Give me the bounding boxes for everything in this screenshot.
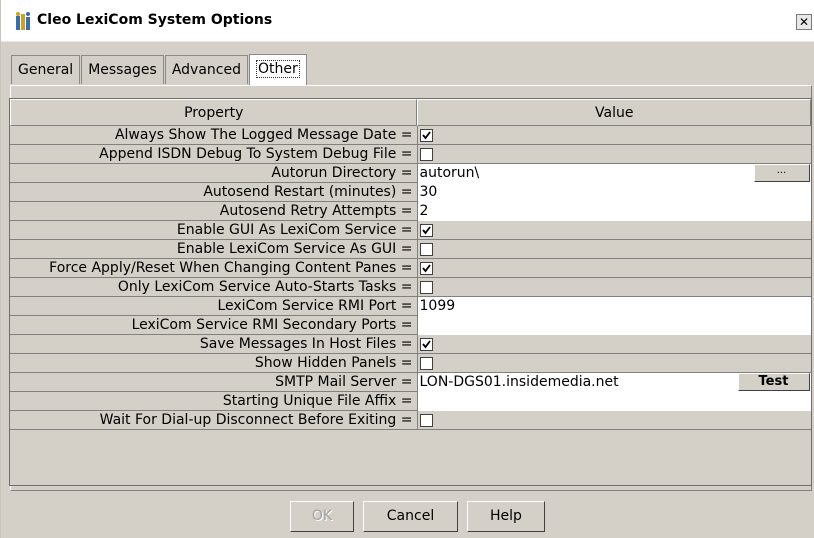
checkbox[interactable] <box>419 243 433 256</box>
table-row: Autorun Directory = autorun\... <box>10 164 811 183</box>
property-label: SMTP Mail Server = <box>10 373 418 392</box>
property-value-cell[interactable] <box>418 126 812 145</box>
table-row: Autosend Restart (minutes) = 30 <box>10 183 811 202</box>
check-icon <box>421 340 431 349</box>
property-value-cell[interactable] <box>418 278 812 297</box>
checkbox[interactable] <box>419 224 433 237</box>
property-value-cell[interactable] <box>418 259 812 278</box>
tab-label: Other <box>256 60 300 78</box>
property-label: LexiCom Service RMI Port = <box>10 297 418 316</box>
tab-messages[interactable]: Messages <box>81 55 164 84</box>
table-row: Show Hidden Panels = <box>10 354 811 373</box>
cancel-button[interactable]: Cancel <box>363 501 458 532</box>
property-label: Enable GUI As LexiCom Service = <box>10 221 418 240</box>
property-value-field[interactable]: 30 <box>417 183 811 202</box>
property-value-field[interactable] <box>417 316 811 335</box>
property-value-cell[interactable] <box>418 221 812 240</box>
table-body: Always Show The Logged Message Date = App… <box>10 126 811 430</box>
table-row: SMTP Mail Server = LON-DGS01.insidemedia.… <box>10 373 811 392</box>
table-row: Autosend Retry Attempts = 2 <box>10 202 811 221</box>
property-value-cell[interactable] <box>418 335 812 354</box>
table-row: Wait For Dial-up Disconnect Before Exiti… <box>10 411 811 430</box>
tab-other[interactable]: Other <box>249 54 307 85</box>
table-row: Force Apply/Reset When Changing Content … <box>10 259 811 278</box>
property-label: Always Show The Logged Message Date = <box>10 126 418 145</box>
property-value-cell[interactable] <box>418 411 812 430</box>
dialog-content: General Messages Advanced Other Property… <box>1 42 814 538</box>
property-value-field[interactable]: LON-DGS01.insidemedia.net Test <box>417 373 811 392</box>
property-value-field[interactable]: autorun\... <box>417 164 811 183</box>
column-header-property[interactable]: Property <box>10 99 418 126</box>
table-row: LexiCom Service RMI Port = 1099 <box>10 297 811 316</box>
property-label: Only LexiCom Service Auto-Starts Tasks = <box>10 278 418 297</box>
tab-label: General <box>18 62 74 78</box>
browse-button[interactable]: ... <box>753 164 810 182</box>
value-text: autorun\ <box>419 165 480 181</box>
check-icon <box>421 131 431 140</box>
property-label: Append ISDN Debug To System Debug File = <box>10 145 418 164</box>
property-label: Starting Unique File Affix = <box>10 392 418 411</box>
checkbox[interactable] <box>419 414 433 427</box>
value-text: LON-DGS01.insidemedia.net <box>419 374 619 390</box>
property-label: Wait For Dial-up Disconnect Before Exiti… <box>10 411 418 430</box>
table-row: Append ISDN Debug To System Debug File = <box>10 145 811 164</box>
checkbox[interactable] <box>419 338 433 351</box>
tab-strip: General Messages Advanced Other <box>11 54 308 85</box>
checkbox[interactable] <box>419 129 433 142</box>
test-button[interactable]: Test <box>737 373 810 391</box>
system-options-dialog: Cleo LexiCom System Options ✕ General Me… <box>0 0 814 538</box>
checkbox[interactable] <box>419 262 433 275</box>
table-row: Enable GUI As LexiCom Service = <box>10 221 811 240</box>
table-row: Save Messages In Host Files = <box>10 335 811 354</box>
help-button[interactable]: Help <box>467 501 545 532</box>
property-label: Show Hidden Panels = <box>10 354 418 373</box>
property-value-field[interactable]: 2 <box>417 202 811 221</box>
property-label: Save Messages In Host Files = <box>10 335 418 354</box>
property-value-field[interactable]: 1099 <box>417 297 811 316</box>
value-text: 30 <box>419 184 438 200</box>
property-value-cell[interactable] <box>418 145 812 164</box>
property-label: LexiCom Service RMI Secondary Ports = <box>10 316 418 335</box>
table-row: Starting Unique File Affix = <box>10 392 811 411</box>
tab-general[interactable]: General <box>11 55 81 84</box>
property-label: Autosend Restart (minutes) = <box>10 183 418 202</box>
table-row: Always Show The Logged Message Date = <box>10 126 811 145</box>
value-text: 1099 <box>419 298 456 314</box>
checkbox[interactable] <box>419 281 433 294</box>
app-icon <box>15 11 32 31</box>
properties-table: Property Value Always Show The Logged Me… <box>9 98 812 486</box>
button-bar: OK Cancel Help <box>1 492 814 538</box>
table-header: Property Value <box>10 99 811 126</box>
title-bar[interactable]: Cleo LexiCom System Options ✕ <box>1 0 814 42</box>
tab-label: Advanced <box>171 62 241 78</box>
check-icon <box>421 264 431 273</box>
property-label: Autosend Retry Attempts = <box>10 202 418 221</box>
property-value-cell[interactable] <box>418 354 812 373</box>
window-title: Cleo LexiCom System Options <box>37 12 273 28</box>
table-row: Enable LexiCom Service As GUI = <box>10 240 811 259</box>
property-label: Enable LexiCom Service As GUI = <box>10 240 418 259</box>
property-value-field[interactable] <box>417 392 811 411</box>
property-value-cell[interactable] <box>418 240 812 259</box>
column-header-value[interactable]: Value <box>417 99 811 126</box>
close-icon[interactable]: ✕ <box>796 14 812 30</box>
table-row: LexiCom Service RMI Secondary Ports = <box>10 316 811 335</box>
property-label: Autorun Directory = <box>10 164 418 183</box>
checkbox[interactable] <box>419 357 433 370</box>
property-label: Force Apply/Reset When Changing Content … <box>10 259 418 278</box>
table-row: Only LexiCom Service Auto-Starts Tasks = <box>10 278 811 297</box>
tab-label: Messages <box>88 62 157 78</box>
ok-button[interactable]: OK <box>290 501 354 532</box>
tab-advanced[interactable]: Advanced <box>164 55 248 84</box>
checkbox[interactable] <box>419 148 433 161</box>
value-text: 2 <box>419 203 429 219</box>
check-icon <box>421 226 431 235</box>
